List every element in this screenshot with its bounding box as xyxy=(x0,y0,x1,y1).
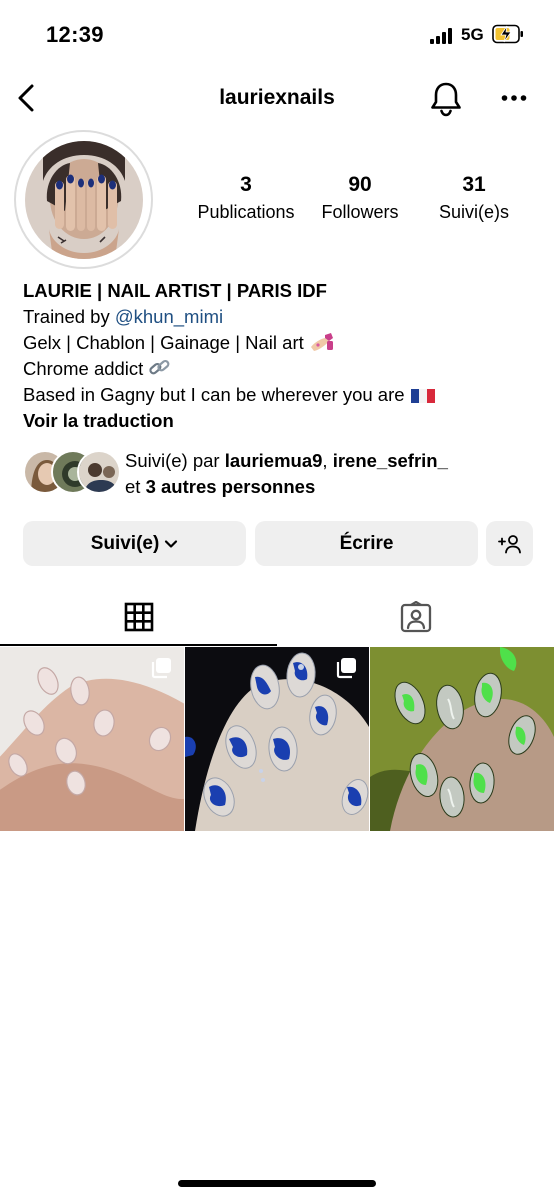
following-button-label: Suivi(e) xyxy=(90,532,160,554)
followed-by-user-2: irene_sefrin_ xyxy=(332,450,448,471)
profile-stats: 3 Publications 90 Followers 31 Suivi(e)s xyxy=(190,172,530,228)
stat-followers-label: Followers xyxy=(321,202,399,222)
tab-posts-grid[interactable] xyxy=(0,588,277,646)
status-time: 12:39 xyxy=(46,22,104,47)
profile-tabs xyxy=(0,588,554,646)
suggest-people-button[interactable] xyxy=(486,521,533,566)
bio-services-text: Gelx | Chablon | Gainage | Nail art xyxy=(23,332,304,353)
followed-by-et: et xyxy=(125,476,146,497)
profile-actions: Suivi(e) Écrire xyxy=(23,521,533,567)
multiple-posts-icon xyxy=(336,658,356,679)
network-type: 5G xyxy=(461,25,484,44)
bio-chrome-text: Chrome addict xyxy=(23,358,144,379)
profile-bio: LAURIE | NAIL ARTIST | PARIS IDF Trained… xyxy=(23,278,533,434)
stat-followers-value: 90 xyxy=(348,173,372,196)
stat-following[interactable]: 31 Suivi(e)s xyxy=(426,172,522,224)
bio-trained-line: Trained by @khun_mimi xyxy=(23,304,533,330)
followed-by-others: 3 autres personnes xyxy=(145,476,316,497)
notifications-button[interactable] xyxy=(426,78,466,120)
nail-polish-emoji-icon xyxy=(310,333,333,351)
post-thumbnail-2[interactable] xyxy=(185,647,369,831)
message-button-label: Écrire xyxy=(339,532,394,554)
bell-icon xyxy=(431,82,461,117)
avatar xyxy=(77,450,121,494)
home-indicator[interactable] xyxy=(178,1180,376,1187)
following-button[interactable]: Suivi(e) xyxy=(23,521,246,566)
stat-following-label: Suivi(e)s xyxy=(438,202,509,222)
stat-followers[interactable]: 90 Followers xyxy=(310,172,410,224)
tagged-person-icon xyxy=(400,601,431,633)
tab-tagged[interactable] xyxy=(277,588,554,646)
followed-by-separator: , xyxy=(322,450,333,471)
active-tab-indicator xyxy=(0,644,277,646)
stat-following-value: 31 xyxy=(462,173,486,196)
profile-username: lauriexnails xyxy=(219,86,335,109)
post-thumbnail-1[interactable] xyxy=(0,647,184,831)
posts-grid xyxy=(0,647,554,831)
profile-header-bar: lauriexnails xyxy=(0,72,554,126)
bio-chrome-line: Chrome addict xyxy=(23,356,533,382)
status-bar: 12:39 5G xyxy=(0,0,554,70)
stat-publications-label: Publications xyxy=(197,202,295,222)
message-button[interactable]: Écrire xyxy=(255,521,478,566)
grid-icon xyxy=(124,602,153,632)
mutual-followers-avatars xyxy=(23,450,121,494)
multiple-posts-icon xyxy=(151,658,171,679)
battery-charging-icon xyxy=(492,24,523,44)
post-thumbnail-3[interactable] xyxy=(370,647,554,831)
signal-icon xyxy=(430,28,455,44)
france-flag-icon xyxy=(410,389,435,403)
bio-mention-link[interactable]: @khun_mimi xyxy=(115,306,223,327)
bio-trained-prefix: Trained by xyxy=(23,306,115,327)
bio-name: LAURIE | NAIL ARTIST | PARIS IDF xyxy=(23,280,327,301)
followed-by-prefix: Suivi(e) par xyxy=(125,450,225,471)
link-emoji-icon xyxy=(149,359,170,375)
bio-services-line: Gelx | Chablon | Gainage | Nail art xyxy=(23,330,533,356)
followed-by-text: Suivi(e) par lauriemua9, irene_sefrin_ e… xyxy=(125,448,448,500)
followed-by-user-1: lauriemua9 xyxy=(224,450,323,471)
bio-location-line: Based in Gagny but I can be wherever you… xyxy=(23,382,533,408)
profile-avatar xyxy=(24,140,143,259)
followed-by[interactable]: Suivi(e) par lauriemua9, irene_sefrin_ e… xyxy=(23,448,533,498)
profile-avatar-ring[interactable] xyxy=(14,130,153,269)
stat-publications-value: 3 xyxy=(240,173,252,196)
chevron-down-icon xyxy=(165,539,178,548)
more-horizontal-icon xyxy=(501,95,527,101)
bio-location-text: Based in Gagny but I can be wherever you… xyxy=(23,384,405,405)
stat-publications[interactable]: 3 Publications xyxy=(196,172,296,224)
see-translation-link[interactable]: Voir la traduction xyxy=(23,408,533,434)
add-person-icon xyxy=(497,534,521,553)
more-options-button[interactable] xyxy=(496,80,532,116)
